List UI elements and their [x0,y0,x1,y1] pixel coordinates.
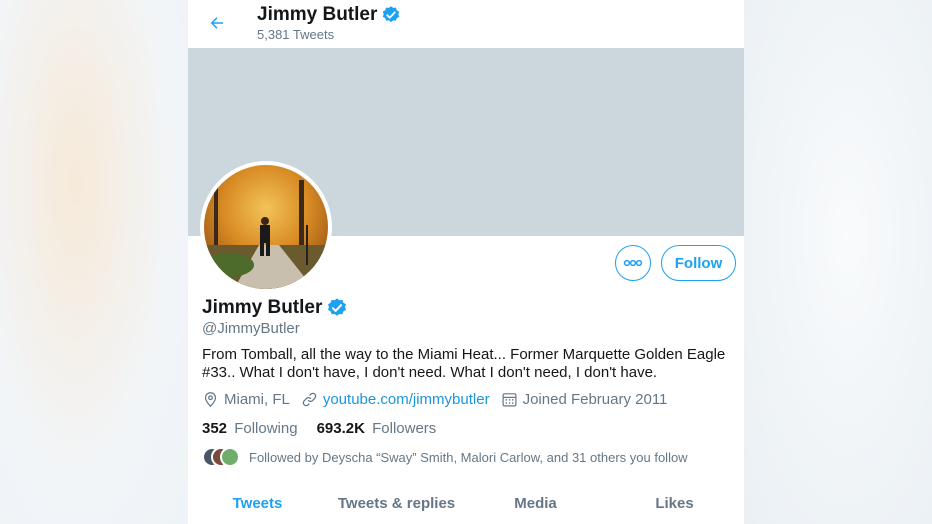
tweet-count: 5,381 Tweets [257,27,335,42]
header-name: Jimmy Butler [257,4,378,25]
followers-stat[interactable]: 693.2K Followers [317,420,437,437]
followed-by-row[interactable]: Followed by Deyscha “Sway” Smith, Malori… [202,447,688,467]
background-left [0,0,188,524]
back-button[interactable] [202,8,232,38]
calendar-icon [502,393,517,407]
following-count: 352 [202,420,228,437]
profile-handle: @JimmyButler [202,320,300,337]
joined-item: Joined February 2011 [501,391,668,408]
tab-tweets[interactable]: Tweets [188,488,327,524]
profile-bio: From Tomball, all the way to the Miami H… [202,346,726,381]
followers-label: Followers [372,420,437,437]
following-label: Following [234,420,298,437]
website-item: youtube.com/jimmybutler [301,391,490,408]
profile-avatar[interactable] [200,161,332,293]
mini-avatar [220,447,240,467]
verified-badge-icon [383,6,400,23]
joined-text: Joined February 2011 [522,391,668,408]
back-arrow-icon [210,17,223,29]
follow-button[interactable]: Follow [661,245,736,281]
profile-meta: Miami, FL youtube.com/jimmybutler Joined… [202,391,678,408]
tab-likes[interactable]: Likes [605,488,744,524]
website-link[interactable]: youtube.com/jimmybutler [323,391,490,408]
location-item: Miami, FL [202,391,290,408]
profile-name-row: Jimmy Butler [202,297,348,319]
location-pin-icon [204,392,217,408]
more-icon [623,259,643,267]
background-right [744,0,932,524]
verified-badge-icon [328,298,347,316]
link-icon [302,392,317,407]
followed-by-avatars [202,447,242,467]
followers-count: 693.2K [316,420,365,437]
top-bar: Jimmy Butler 5,381 Tweets [188,0,744,48]
profile-panel: Jimmy Butler 5,381 Tweets Follow Jimmy B… [188,0,744,524]
profile-stats: 352 Following 693.2K Followers [202,420,455,437]
avatar-photo [204,165,328,289]
location-text: Miami, FL [224,391,290,408]
profile-name: Jimmy Butler [202,297,323,318]
followed-by-text: Followed by Deyscha “Sway” Smith, Malori… [249,449,688,465]
more-options-button[interactable] [615,245,651,281]
following-stat[interactable]: 352 Following [202,420,298,437]
tab-tweets-replies[interactable]: Tweets & replies [327,488,466,524]
profile-tabs: Tweets Tweets & replies Media Likes [188,488,744,524]
tab-media[interactable]: Media [466,488,605,524]
header-name-row: Jimmy Butler [257,4,401,26]
